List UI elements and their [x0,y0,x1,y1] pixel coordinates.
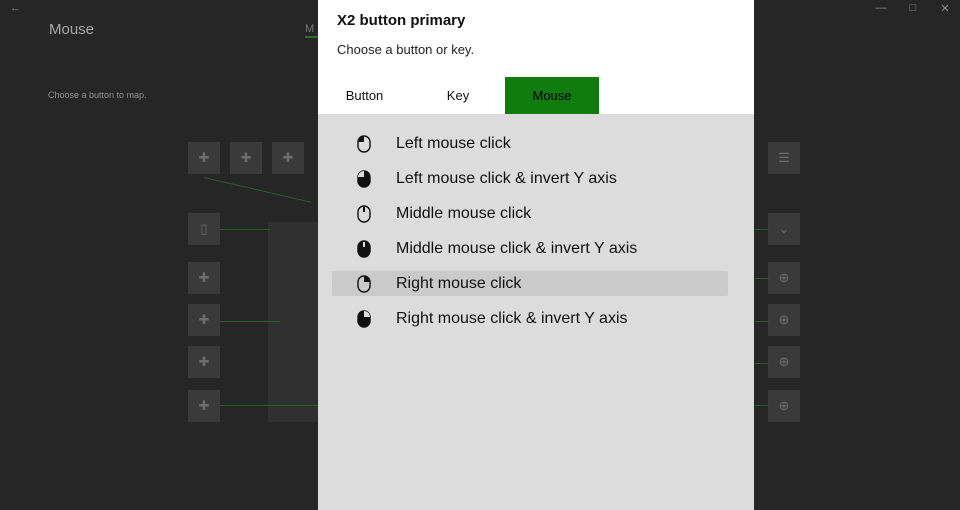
background-tab-underline [305,36,319,38]
plus-circle-icon[interactable]: ⊕ [768,262,800,294]
mouse-action-list: Left mouse click Left mouse click & inve… [332,131,728,341]
dialog-subtitle: Choose a button or key. [337,42,475,57]
tab-label: Mouse [532,88,572,103]
plus-circle-icon[interactable]: ⊕ [768,390,800,422]
list-item-left-mouse-click[interactable]: Left mouse click [332,131,728,156]
mouse-middle-outline-icon [332,204,396,223]
connector-line [755,321,769,322]
connector-line [220,405,318,406]
maximize-icon[interactable]: □ [906,2,920,15]
mouse-left-filled-icon [332,169,396,188]
list-item-label: Right mouse click [396,274,522,292]
plus-circle-icon[interactable]: ⊕ [768,304,800,336]
tab-mouse[interactable]: Mouse [505,77,599,114]
dpad-icon[interactable]: ✚ [188,390,220,422]
background-tab[interactable]: M [305,23,314,35]
list-item-right-mouse-click[interactable]: Right mouse click [332,271,728,296]
close-icon[interactable]: ✕ [938,2,952,15]
plus-circle-icon[interactable]: ⊕ [768,346,800,378]
mouse-middle-filled-icon [332,239,396,258]
back-arrow-icon[interactable]: ← [10,2,21,14]
mouse-left-outline-icon [332,134,396,153]
dpad-icon[interactable]: ✚ [188,304,220,336]
dpad-icon[interactable]: ✚ [230,142,262,174]
list-item-label: Left mouse click [396,134,511,152]
mouse-right-filled-icon [332,309,396,328]
tab-label: Key [446,88,470,103]
chevron-down-icon[interactable]: ⌄ [768,213,800,245]
list-item-label: Middle mouse click & invert Y axis [396,239,638,257]
list-item-label: Right mouse click & invert Y axis [396,309,628,327]
list-item-right-mouse-click-invert[interactable]: Right mouse click & invert Y axis [332,306,728,331]
tab-key[interactable]: Key [411,77,505,114]
list-item-label: Left mouse click & invert Y axis [396,169,617,187]
list-item-left-mouse-click-invert[interactable]: Left mouse click & invert Y axis [332,166,728,191]
list-item-middle-mouse-click-invert[interactable]: Middle mouse click & invert Y axis [332,236,728,261]
dpad-icon[interactable]: ✚ [272,142,304,174]
minimize-icon[interactable]: — [874,2,888,15]
tab-label: Button [345,88,384,103]
connector-line [755,405,769,406]
tab-button[interactable]: Button [318,77,411,114]
connector-line [755,363,769,364]
mouse-right-outline-icon [332,274,396,293]
window-controls: — □ ✕ [874,2,952,15]
mouse-icon[interactable]: ▯ [188,213,220,245]
list-item-middle-mouse-click[interactable]: Middle mouse click [332,201,728,226]
dialog-title: X2 button primary [337,12,466,29]
dialog-header: X2 button primary Choose a button or key… [318,0,754,114]
connector-line [220,321,280,322]
remap-dialog: X2 button primary Choose a button or key… [318,0,754,510]
list-item-label: Middle mouse click [396,204,532,222]
page-title: Mouse [49,21,95,38]
connector-line [755,278,769,279]
menu-icon[interactable]: ☰ [768,142,800,174]
connector-line [755,229,769,230]
dpad-icon[interactable]: ✚ [188,346,220,378]
connector-line [220,229,270,230]
dpad-icon[interactable]: ✚ [188,262,220,294]
connector-line [203,177,312,203]
background-hint: Choose a button to map. [48,90,147,100]
dpad-icon[interactable]: ✚ [188,142,220,174]
